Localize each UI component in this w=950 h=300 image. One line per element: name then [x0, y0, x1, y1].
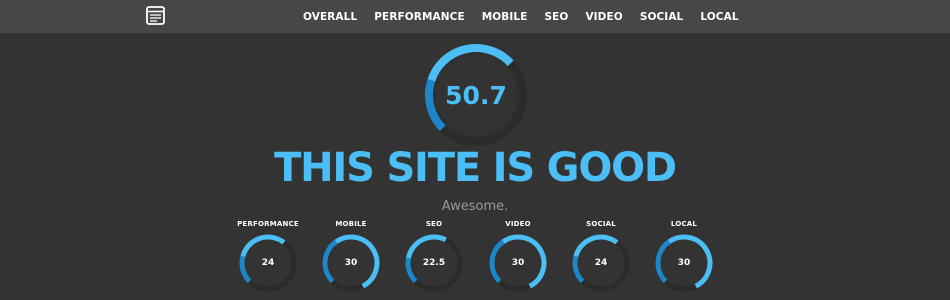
- nav-link-social[interactable]: SOCIAL: [640, 11, 684, 23]
- report-card-icon[interactable]: [146, 6, 165, 25]
- metric-label: LOCAL: [670, 220, 698, 228]
- metric-mobile[interactable]: MOBILE 30: [311, 218, 391, 293]
- nav-link-video[interactable]: VIDEO: [585, 11, 622, 23]
- metric-value: 24: [594, 258, 608, 268]
- top-navbar: OVERALL PERFORMANCE MOBILE SEO VIDEO SOC…: [0, 0, 950, 33]
- overall-score-value: 50.7: [445, 80, 507, 110]
- nav-link-overall[interactable]: OVERALL: [303, 11, 357, 23]
- nav-link-local[interactable]: LOCAL: [700, 11, 738, 23]
- metric-seo[interactable]: SEO 22.5: [394, 218, 474, 293]
- metric-gauge: 24: [238, 233, 298, 293]
- metric-local[interactable]: LOCAL 30: [644, 218, 724, 293]
- metric-video[interactable]: VIDEO 30: [478, 218, 558, 293]
- nav-link-performance[interactable]: PERFORMANCE: [374, 11, 464, 23]
- metric-social[interactable]: SOCIAL 24: [561, 218, 641, 293]
- metric-value: 24: [261, 258, 275, 268]
- nav-link-mobile[interactable]: MOBILE: [482, 11, 528, 23]
- verdict-headline: THIS SITE IS GOOD: [274, 145, 677, 191]
- metric-gauge: 24: [571, 233, 631, 293]
- metric-label: MOBILE: [335, 220, 367, 228]
- metric-value: 22.5: [422, 258, 446, 268]
- nav-links: OVERALL PERFORMANCE MOBILE SEO VIDEO SOC…: [303, 0, 739, 33]
- metric-label: SEO: [425, 220, 443, 228]
- overall-score-gauge: 50.7: [423, 42, 529, 148]
- metric-gauge: 30: [488, 233, 548, 293]
- metric-gauge: 30: [654, 233, 714, 293]
- metric-label: PERFORMANCE: [237, 220, 299, 228]
- metric-performance[interactable]: PERFORMANCE 24: [228, 218, 308, 293]
- metric-gauge: 30: [321, 233, 381, 293]
- metric-label: SOCIAL: [586, 220, 616, 228]
- metric-label: VIDEO: [505, 220, 531, 228]
- metric-value: 30: [511, 258, 525, 268]
- verdict-subline: Awesome.: [441, 199, 509, 214]
- metric-gauge: 22.5: [404, 233, 464, 293]
- metric-value: 30: [677, 258, 691, 268]
- metric-value: 30: [344, 258, 358, 268]
- nav-link-seo[interactable]: SEO: [544, 11, 568, 23]
